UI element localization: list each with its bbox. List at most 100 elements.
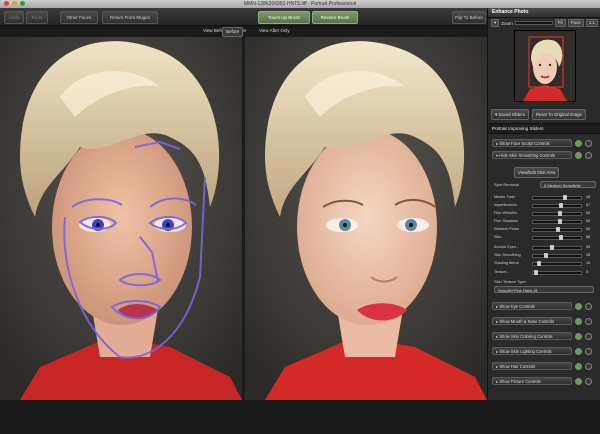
picture-controls-button[interactable]: ▸ Show Picture Controls: [492, 377, 572, 385]
slider-track[interactable]: [532, 227, 582, 232]
slider-row[interactable]: Fine Shadows 55: [494, 218, 598, 224]
help-icon[interactable]: [585, 348, 592, 355]
zoom-row: ▾ Zoom Fit Face 1:1: [488, 18, 600, 28]
fit-button[interactable]: Fit: [554, 19, 566, 27]
slider-label: Imperfections: [494, 203, 517, 207]
view-after-only-link[interactable]: View After Only: [259, 27, 290, 35]
slider-label: Skin: [494, 235, 502, 239]
slider-knob[interactable]: [559, 203, 563, 208]
slider-row[interactable]: Around Eyes... 39: [494, 244, 598, 250]
slider-track[interactable]: [532, 195, 582, 200]
navigator-thumbnail[interactable]: [513, 30, 576, 102]
mouth-nose-label: Show Mouth & Nose Controls: [499, 319, 555, 324]
preset-dot-icon[interactable]: [575, 152, 582, 159]
help-icon[interactable]: [585, 140, 592, 147]
slider-track[interactable]: [532, 219, 582, 224]
slider-knob[interactable]: [556, 227, 560, 232]
slider-knob[interactable]: [563, 195, 567, 200]
zoom-slider[interactable]: [514, 21, 553, 25]
help-icon[interactable]: [585, 363, 592, 370]
spot-removal-select[interactable]: 5 Medium Sensitivity: [540, 181, 596, 188]
slider-label: Shading Blend: [494, 261, 519, 265]
slider-row[interactable]: Skin Smoothing 25: [494, 252, 598, 258]
eye-controls-button[interactable]: ▸ Show Eye Controls: [492, 302, 572, 310]
skin-smoothing-label: Hide Skin Smoothing Controls: [499, 153, 556, 158]
help-icon[interactable]: [585, 303, 592, 310]
preset-dot-icon[interactable]: [575, 363, 582, 370]
skin-smoothing-control-button[interactable]: ▾ Hide Skin Smoothing Controls: [492, 151, 572, 159]
after-portrait-image: [245, 37, 487, 400]
restore-brush-button[interactable]: Restore Brush: [312, 11, 358, 24]
section-title: Portrait Improving Sliders: [488, 123, 600, 134]
slider-label: Fine Wrinkles: [494, 211, 517, 215]
skin-lighting-controls-button[interactable]: ▸ Show Skin Lighting Controls: [492, 347, 572, 355]
slider-value: 58: [586, 235, 591, 239]
eye-controls-label: Show Eye Controls: [499, 304, 535, 309]
window-title: MMN-1386266952-HNT5.tiff - Portrait Prof…: [243, 1, 357, 7]
view-bar: View Before and After Before View After …: [0, 26, 487, 37]
preset-dot-icon[interactable]: [575, 333, 582, 340]
slider-track[interactable]: [532, 211, 582, 216]
panel-title: Enhance Photo: [488, 8, 600, 18]
skin-texture-label: Skin Texture Type:: [494, 279, 527, 284]
hair-controls-button[interactable]: ▸ Show Hair Controls: [492, 362, 572, 370]
slider-knob[interactable]: [550, 245, 554, 250]
preset-dot-icon[interactable]: [575, 303, 582, 310]
before-image-pane[interactable]: [0, 37, 242, 400]
slider-knob[interactable]: [558, 211, 562, 216]
slider-row[interactable]: Imperfections 57: [494, 202, 598, 208]
zoom-out-icon[interactable]: ▾: [491, 19, 500, 27]
one-to-one-button[interactable]: 1:1: [585, 19, 598, 27]
slider-track[interactable]: [532, 270, 582, 275]
other-faces-button[interactable]: Other Faces: [60, 11, 98, 24]
slider-knob[interactable]: [537, 261, 541, 266]
help-icon[interactable]: [585, 152, 592, 159]
undo-button[interactable]: Undo: [4, 11, 24, 24]
help-icon[interactable]: [585, 378, 592, 385]
saved-sliders-button[interactable]: ▾ Saved Sliders: [491, 109, 529, 120]
slider-row[interactable]: Master Fade 45: [494, 194, 598, 200]
slider-label: Remove Pores: [494, 227, 520, 231]
slider-track[interactable]: [532, 203, 582, 208]
flip-to-before-button[interactable]: Flip To Before: [452, 11, 486, 24]
help-icon[interactable]: [585, 318, 592, 325]
slider-row[interactable]: Remove Pores 50: [494, 226, 598, 232]
reset-original-button[interactable]: Reset To Original Image: [531, 109, 586, 120]
skin-texture-select[interactable]: Smooth+Fine Hairs #1: [494, 286, 594, 293]
slider-track[interactable]: [532, 235, 582, 240]
skin-coloring-controls-button[interactable]: ▸ Show Skin Coloring Controls: [492, 332, 572, 340]
slider-knob[interactable]: [558, 219, 562, 224]
sliders-area: ▸ Show Face Sculpt Controls ▾ Hide Skin …: [488, 134, 600, 434]
skin-lighting-label: Show Skin Lighting Controls: [499, 349, 552, 354]
preset-dot-icon[interactable]: [575, 378, 582, 385]
enhance-photo-panel: Enhance Photo ▾ Zoom Fit Face 1:1 ▾ Save…: [487, 8, 600, 400]
slider-knob[interactable]: [534, 270, 538, 275]
slider-row[interactable]: Shading Blend 10: [494, 260, 598, 266]
redo-button[interactable]: Redo: [26, 11, 48, 24]
preset-dot-icon[interactable]: [575, 140, 582, 147]
slider-row[interactable]: Skin 58: [494, 234, 598, 240]
touch-up-brush-button[interactable]: Touch Up Brush: [258, 11, 310, 24]
preset-dot-icon[interactable]: [575, 348, 582, 355]
slider-track[interactable]: [532, 253, 582, 258]
slider-row[interactable]: Texture... 3: [494, 269, 598, 275]
mouth-nose-controls-button[interactable]: ▸ Show Mouth & Nose Controls: [492, 317, 572, 325]
after-image-pane[interactable]: [245, 37, 487, 400]
main-toolbar: Undo Redo Other Faces Return From Mugen …: [0, 8, 487, 26]
slider-value: 57: [586, 203, 591, 207]
help-icon[interactable]: [585, 333, 592, 340]
slider-knob[interactable]: [559, 235, 563, 240]
face-sculpt-control-button[interactable]: ▸ Show Face Sculpt Controls: [492, 139, 572, 147]
slider-label: Texture...: [494, 270, 510, 274]
slider-value: 55: [586, 211, 591, 215]
slider-track[interactable]: [532, 245, 582, 250]
slider-label: Around Eyes...: [494, 245, 519, 249]
skin-coloring-label: Show Skin Coloring Controls: [499, 334, 553, 339]
slider-track[interactable]: [532, 261, 582, 266]
return-button[interactable]: Return From Mugen: [102, 11, 158, 24]
face-button[interactable]: Face: [567, 19, 584, 27]
slider-row[interactable]: Fine Wrinkles 55: [494, 210, 598, 216]
slider-knob[interactable]: [544, 253, 548, 258]
preset-dot-icon[interactable]: [575, 318, 582, 325]
view-edit-skin-area-button[interactable]: View/Edit Skin Area: [514, 167, 560, 178]
